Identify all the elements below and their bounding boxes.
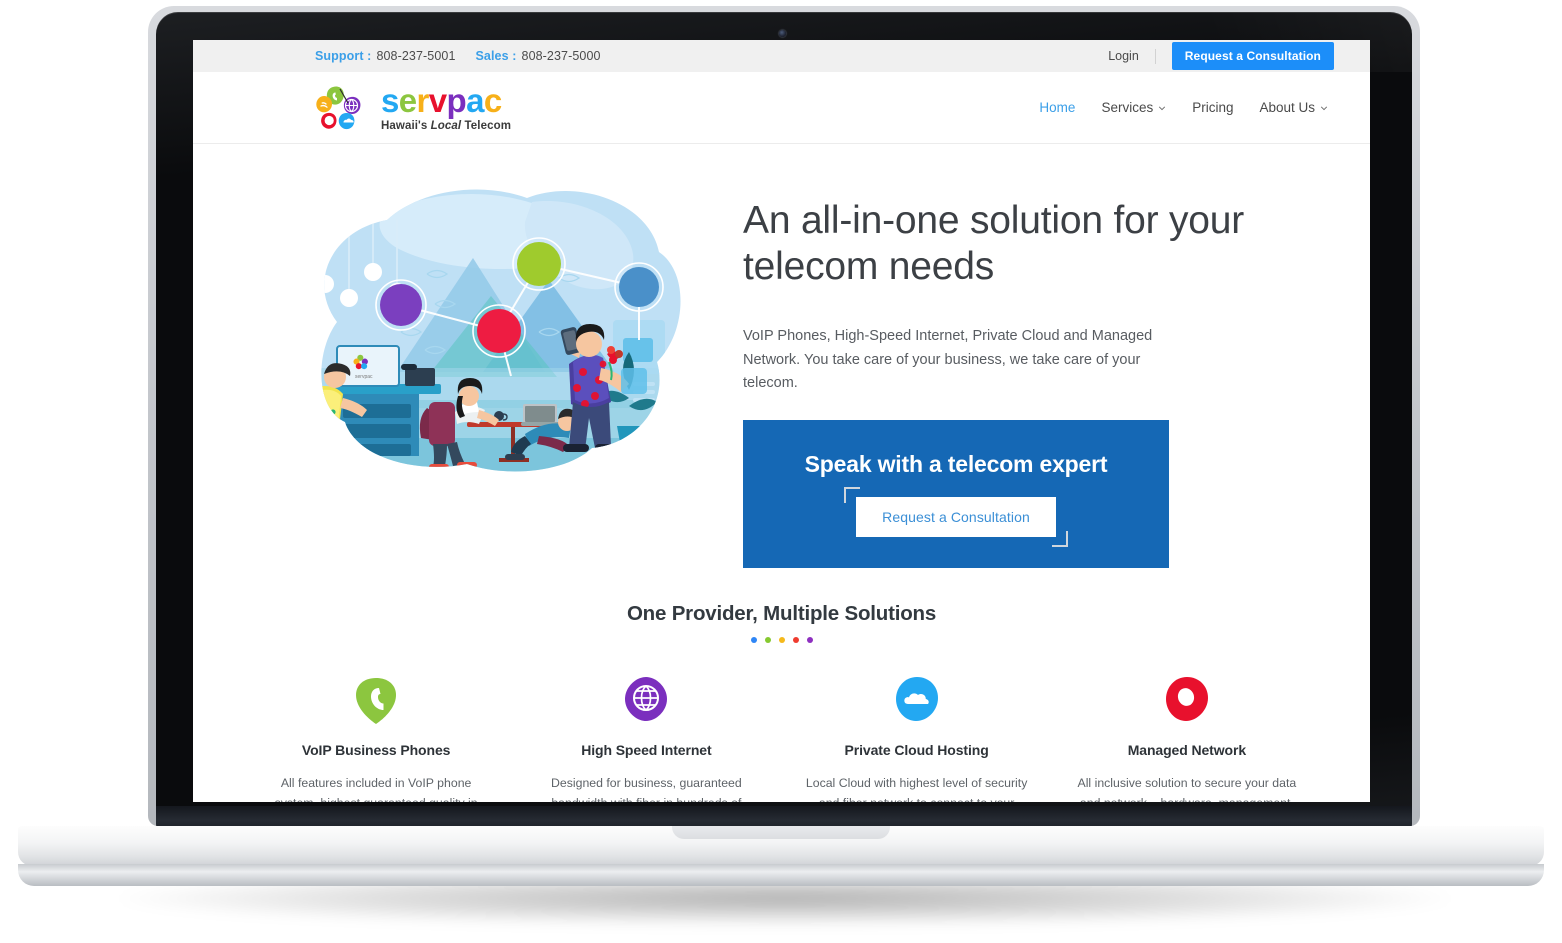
service-title: VoIP Business Phones xyxy=(301,741,451,758)
browser-screen: Support : 808-237-5001 Sales : 808-237-5… xyxy=(193,40,1370,802)
office-team-network-illustration-icon: servpac xyxy=(321,189,681,472)
service-card-internet: High Speed Internet Designed for busines… xyxy=(511,673,781,802)
page-title: An all-in-one solution for your telecom … xyxy=(743,199,1245,288)
service-title: High Speed Internet xyxy=(581,741,712,758)
cta-panel: Speak with a telecom expert Request a Co… xyxy=(743,419,1169,568)
brand-wordmark: servpac Hawaii's Local Telecom xyxy=(381,84,511,132)
support-phone[interactable]: 808-237-5001 xyxy=(376,49,455,63)
chevron-down-icon xyxy=(1159,105,1166,110)
decorative-dots xyxy=(229,636,1334,643)
nav-item-services[interactable]: Services xyxy=(1101,100,1166,115)
topbar-actions: Login Request a Consultation xyxy=(1092,42,1334,70)
service-card-cloud: Private Cloud Hosting Local Cloud with h… xyxy=(782,673,1052,802)
nav-label: Home xyxy=(1039,100,1076,115)
main-header: servpac Hawaii's Local Telecom Home Serv… xyxy=(193,72,1370,144)
nav-label: Services xyxy=(1101,100,1154,115)
laptop-front-lip xyxy=(18,864,1544,886)
service-description: Designed for business, guaranteed bandwi… xyxy=(551,775,742,802)
service-icon-wrap xyxy=(800,673,1034,727)
sales-label: Sales : xyxy=(475,49,517,63)
nav-label: About Us xyxy=(1259,100,1315,115)
hero-copy: An all-in-one solution for your telecom … xyxy=(699,158,1334,568)
solutions-section: One Provider, Multiple Solutions VoIP Bu… xyxy=(193,568,1370,802)
service-title: Managed Network xyxy=(1127,741,1247,758)
request-consultation-top-button[interactable]: Request a Consultation xyxy=(1171,42,1334,70)
service-card-voip: VoIP Business Phones All features includ… xyxy=(241,673,511,802)
service-description: Local Cloud with highest level of securi… xyxy=(805,775,1028,802)
svg-text:servpac: servpac xyxy=(355,374,373,380)
cta-title: Speak with a telecom expert xyxy=(804,450,1108,477)
laptop-deck xyxy=(18,826,1544,866)
service-description: All features included in VoIP phone syst… xyxy=(275,775,478,802)
hero-illustration: servpac xyxy=(229,158,699,568)
laptop-drop-shadow xyxy=(120,880,1450,926)
laptop-mockup-stage: Support : 808-237-5001 Sales : 808-237-5… xyxy=(0,0,1562,943)
utility-topbar: Support : 808-237-5001 Sales : 808-237-5… xyxy=(193,40,1370,72)
dot-yellow xyxy=(778,636,785,643)
service-card-network: Managed Network All inclusive solution t… xyxy=(1052,673,1322,802)
primary-navigation: Home Services Pricing About Us xyxy=(1039,100,1334,115)
nav-item-pricing[interactable]: Pricing xyxy=(1192,100,1233,115)
servpac-petal-logo-icon xyxy=(316,86,361,129)
dot-blue xyxy=(750,636,757,643)
network-ring-icon xyxy=(1165,676,1208,721)
service-icon-wrap xyxy=(529,673,763,727)
service-icon-wrap xyxy=(1070,673,1304,727)
contact-info: Support : 808-237-5001 Sales : 808-237-5… xyxy=(315,49,601,63)
webcam-icon xyxy=(779,30,786,37)
dot-green xyxy=(764,636,771,643)
globe-icon xyxy=(625,676,668,721)
service-title: Private Cloud Hosting xyxy=(844,741,989,758)
sales-phone[interactable]: 808-237-5000 xyxy=(522,49,601,63)
service-cards: VoIP Business Phones All features includ… xyxy=(229,673,1334,802)
brand-tagline: Hawaii's Local Telecom xyxy=(381,119,512,132)
request-consultation-hero-button[interactable]: Request a Consultation xyxy=(856,496,1056,537)
hero-section: servpac An all-in-one solution for your … xyxy=(193,144,1370,568)
support-label: Support : xyxy=(315,49,372,63)
dot-red xyxy=(792,636,799,643)
cloud-icon xyxy=(895,676,938,721)
nav-item-about-us[interactable]: About Us xyxy=(1259,100,1328,115)
phone-handset-icon xyxy=(356,677,397,724)
chevron-down-icon xyxy=(1320,105,1328,110)
brand-name: servpac xyxy=(381,81,502,119)
cta-button-brackets: Request a Consultation xyxy=(844,486,1068,547)
nav-item-home[interactable]: Home xyxy=(1039,100,1075,115)
service-icon-wrap xyxy=(259,673,493,727)
hero-description: VoIP Phones, High-Speed Internet, Privat… xyxy=(743,328,1153,392)
section-title: One Provider, Multiple Solutions xyxy=(626,601,937,625)
dot-purple xyxy=(806,636,813,643)
nav-label: Pricing xyxy=(1192,100,1234,115)
service-description: All inclusive solution to secure your da… xyxy=(1077,775,1297,802)
login-link[interactable]: Login xyxy=(1092,48,1156,64)
brand-logo[interactable]: servpac Hawaii's Local Telecom xyxy=(315,83,511,133)
